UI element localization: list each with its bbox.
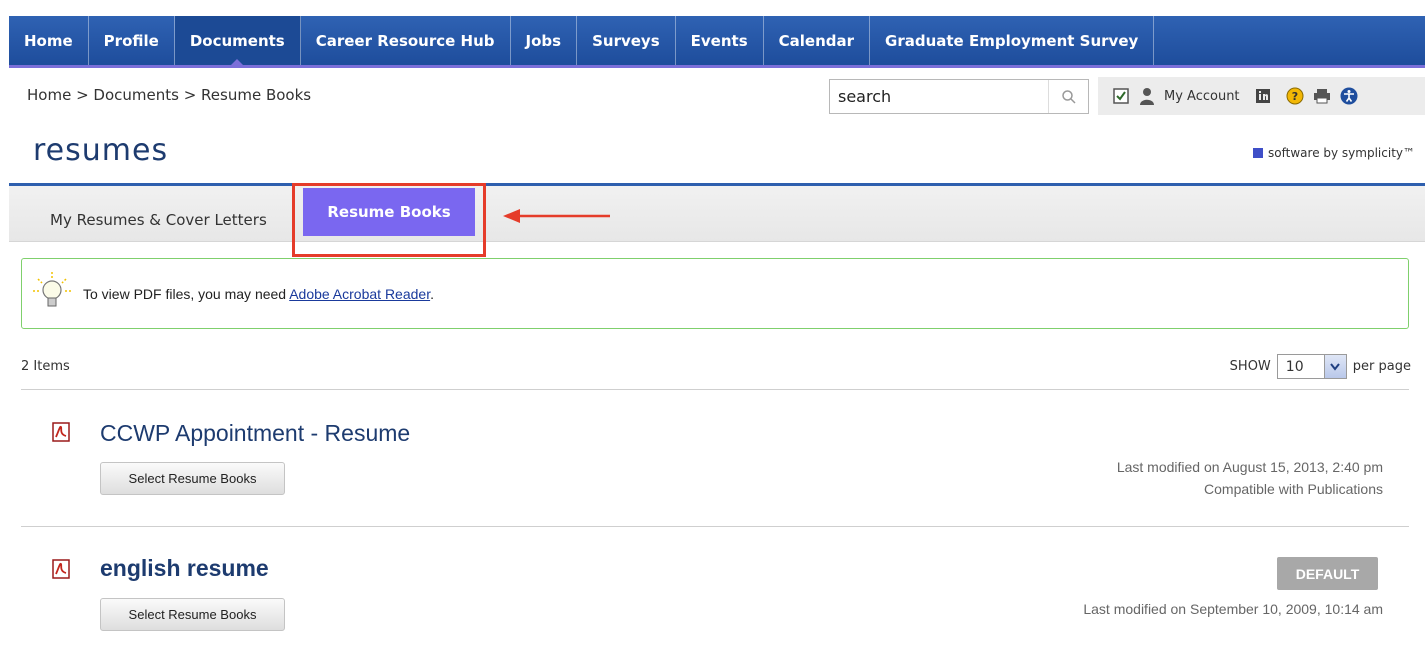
- print-icon[interactable]: [1313, 88, 1331, 104]
- select-resume-books-button[interactable]: Select Resume Books: [100, 598, 285, 631]
- nav-home[interactable]: Home: [9, 16, 89, 65]
- last-modified: Last modified on September 10, 2009, 10:…: [1083, 601, 1383, 617]
- my-account-link[interactable]: My Account: [1164, 89, 1240, 104]
- help-icon[interactable]: ?: [1286, 87, 1304, 105]
- divider: [21, 526, 1409, 527]
- brand-square-icon: [1253, 148, 1264, 158]
- nav-surveys[interactable]: Surveys: [577, 16, 676, 65]
- resume-title-link[interactable]: english resume: [100, 555, 269, 582]
- per-page-control: SHOW 10 per page: [1230, 354, 1411, 379]
- page-title: resumes: [33, 133, 169, 168]
- utility-bar: My Account ?: [1098, 77, 1425, 115]
- nav-graduate-employment-survey[interactable]: Graduate Employment Survey: [870, 16, 1155, 65]
- resume-meta: Last modified on September 10, 2009, 10:…: [1083, 598, 1383, 620]
- nav-events[interactable]: Events: [676, 16, 764, 65]
- pdf-icon: [52, 422, 70, 442]
- breadcrumb[interactable]: Home > Documents > Resume Books: [27, 86, 311, 104]
- linkedin-icon[interactable]: [1255, 88, 1271, 104]
- annotation-arrow-icon: [503, 209, 610, 223]
- annotation-highlight-box: [292, 183, 486, 257]
- pdf-icon: [52, 559, 70, 579]
- item-count: 2 Items: [21, 359, 70, 374]
- brand-label: software by symplicity™: [1253, 146, 1415, 160]
- nav-jobs[interactable]: Jobs: [511, 16, 578, 65]
- top-nav: Home Profile Documents Career Resource H…: [9, 16, 1425, 68]
- nav-calendar[interactable]: Calendar: [764, 16, 871, 65]
- divider: [21, 389, 1409, 390]
- user-icon[interactable]: [1139, 87, 1155, 105]
- per-page-select[interactable]: 10: [1276, 354, 1347, 379]
- resume-meta: Last modified on August 15, 2013, 2:40 p…: [1117, 456, 1383, 500]
- last-modified: Last modified on August 15, 2013, 2:40 p…: [1116, 459, 1383, 475]
- per-page-label: per page: [1352, 359, 1411, 374]
- search-button[interactable]: [1048, 80, 1088, 113]
- search-input[interactable]: [830, 80, 1048, 113]
- info-text: To view PDF files, you may need Adobe Ac…: [83, 286, 434, 302]
- search-icon: [1061, 89, 1076, 104]
- show-label: SHOW: [1229, 359, 1271, 374]
- compatibility-note: Compatible with Publications: [1204, 481, 1383, 497]
- brand-text: software by symplicity™: [1268, 146, 1415, 160]
- resume-title-link[interactable]: CCWP Appointment - Resume: [100, 420, 410, 447]
- accessibility-icon[interactable]: [1340, 87, 1358, 105]
- chevron-down-icon[interactable]: [1323, 355, 1346, 378]
- nav-career-resource-hub[interactable]: Career Resource Hub: [301, 16, 511, 65]
- default-badge: DEFAULT: [1277, 557, 1378, 590]
- select-resume-books-button[interactable]: Select Resume Books: [100, 462, 285, 495]
- nav-documents[interactable]: Documents: [174, 16, 301, 66]
- lightbulb-icon: [33, 272, 71, 307]
- nav-profile[interactable]: Profile: [89, 16, 175, 65]
- search-box: [829, 79, 1089, 114]
- adobe-reader-link[interactable]: Adobe Acrobat Reader: [289, 286, 430, 302]
- tab-my-resumes[interactable]: My Resumes & Cover Letters: [50, 211, 267, 229]
- svg-text:?: ?: [1291, 90, 1297, 103]
- info-message: To view PDF files, you may need Adobe Ac…: [21, 258, 1409, 329]
- checklist-icon[interactable]: [1112, 87, 1130, 105]
